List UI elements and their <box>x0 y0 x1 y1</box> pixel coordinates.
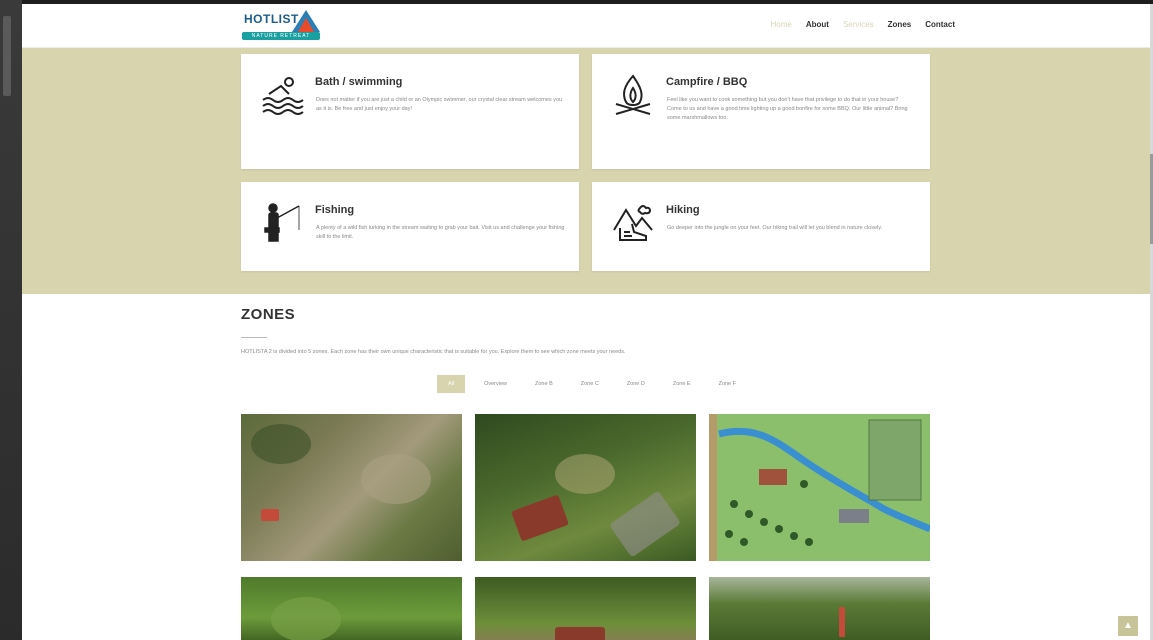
filter-zone-d[interactable]: Zone D <box>618 375 654 393</box>
zone-photo-forest-3[interactable] <box>709 577 930 640</box>
logo-tagline-band: NATURE RETREAT <box>242 32 320 40</box>
nav-contact[interactable]: Contact <box>925 20 955 29</box>
hiking-icon <box>613 205 653 241</box>
fishing-icon <box>264 203 300 242</box>
zone-photo-forest-2[interactable] <box>475 577 696 640</box>
zones-title: ZONES <box>241 306 296 323</box>
mountain-peak-icon <box>298 18 314 32</box>
service-title: Fishing <box>315 204 355 216</box>
site-logo[interactable]: HOTLIST NATURE RETREAT <box>242 10 322 42</box>
swimming-icon <box>262 77 304 115</box>
service-title: Hiking <box>666 204 700 216</box>
service-card-campfire: Campfire / BBQ Feel like you want to coo… <box>592 54 930 169</box>
filter-overview[interactable]: Overview <box>475 375 516 393</box>
title-divider <box>241 337 267 338</box>
campfire-icon <box>615 74 651 115</box>
browser-frame: HOTLIST NATURE RETREAT Home About Servic… <box>0 0 1153 640</box>
nav-zones[interactable]: Zones <box>888 20 912 29</box>
nav-services[interactable]: Services <box>843 20 874 29</box>
zone-photo-aerial-1[interactable] <box>241 414 462 561</box>
nav-about[interactable]: About <box>806 20 829 29</box>
site-header: HOTLIST NATURE RETREAT Home About Servic… <box>22 4 1150 48</box>
service-card-hiking: Hiking Go deeper into the jungle on your… <box>592 182 930 271</box>
zone-photo-forest-1[interactable] <box>241 577 462 640</box>
filter-zone-b[interactable]: Zone B <box>526 375 562 393</box>
service-text: A plenty of a wild fish lurking in the s… <box>316 225 565 240</box>
filter-all[interactable]: All <box>436 375 466 393</box>
filter-zone-c[interactable]: Zone C <box>572 375 608 393</box>
service-text: Feel like you want to cook something but… <box>667 97 908 121</box>
service-card-swimming: Bath / swimming Does not matter if you a… <box>241 54 579 169</box>
zone-map-icon <box>709 414 930 561</box>
left-panel <box>0 0 22 640</box>
filter-zone-f[interactable]: Zone F <box>710 375 745 393</box>
nav-home[interactable]: Home <box>771 20 792 29</box>
service-text: Does not matter if you are just a child … <box>316 97 563 112</box>
logo-tagline: NATURE RETREAT <box>251 33 311 39</box>
scrollbar-thumb[interactable] <box>3 16 11 96</box>
filter-zone-e[interactable]: Zone E <box>664 375 700 393</box>
zone-filters: All Overview Zone B Zone C Zone D Zone E… <box>22 375 1150 393</box>
scroll-to-top-button[interactable]: ▲ <box>1118 616 1138 636</box>
zone-map-illustration[interactable] <box>709 414 930 561</box>
services-section: Bath / swimming Does not matter if you a… <box>22 48 1150 294</box>
service-card-fishing: Fishing A plenty of a wild fish lurking … <box>241 182 579 271</box>
service-text: Go deeper into the jungle on your feet. … <box>667 225 883 231</box>
page: HOTLIST NATURE RETREAT Home About Servic… <box>22 4 1150 640</box>
service-title: Bath / swimming <box>315 76 403 88</box>
logo-name: HOTLIST <box>244 12 299 26</box>
arrow-up-icon: ▲ <box>1123 620 1133 631</box>
zones-description: HOTLISTA 2 is divided into 5 zones. Each… <box>241 349 626 355</box>
service-title: Campfire / BBQ <box>666 76 748 88</box>
main-nav: Home About Services Zones Contact <box>771 20 955 29</box>
zone-photo-aerial-2[interactable] <box>475 414 696 561</box>
